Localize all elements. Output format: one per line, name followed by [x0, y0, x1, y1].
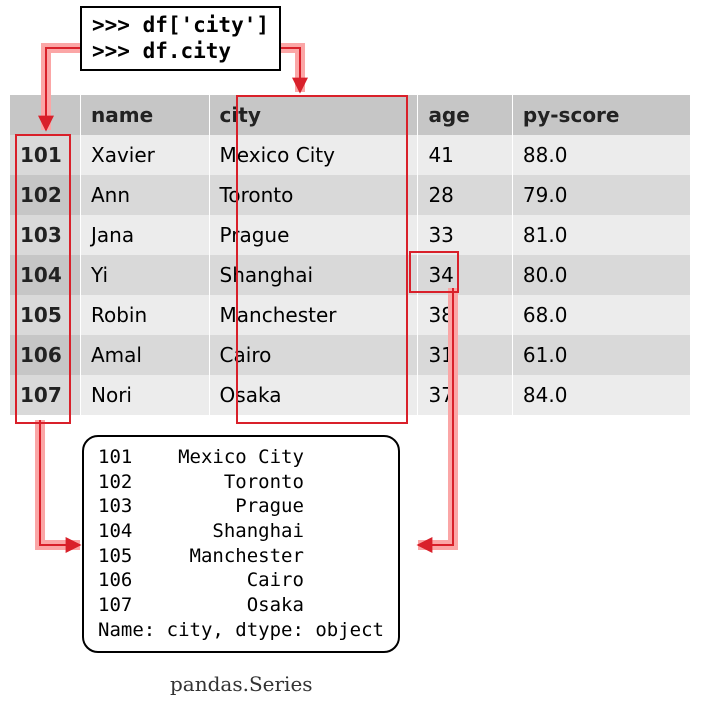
- cell-city: Mexico City: [209, 135, 418, 175]
- code-input-box: >>> df['city'] >>> df.city: [80, 6, 281, 71]
- code-line-1: >>> df['city']: [92, 12, 269, 38]
- table-row: 107 Nori Osaka 37 84.0: [10, 375, 691, 415]
- col-header-pyscore: py-score: [512, 95, 690, 135]
- cell-pyscore: 88.0: [512, 135, 690, 175]
- cell-city: Osaka: [209, 375, 418, 415]
- col-header-name: name: [81, 95, 210, 135]
- cell-index: 106: [10, 335, 81, 375]
- cell-index: 105: [10, 295, 81, 335]
- col-header-age: age: [418, 95, 512, 135]
- cell-index: 102: [10, 175, 81, 215]
- code-line-2: >>> df.city: [92, 38, 269, 64]
- cell-name: Ann: [81, 175, 210, 215]
- dataframe-table-wrap: name city age py-score 101 Xavier Mexico…: [10, 95, 691, 415]
- cell-name: Xavier: [81, 135, 210, 175]
- cell-city: Manchester: [209, 295, 418, 335]
- cell-city: Cairo: [209, 335, 418, 375]
- cell-age: 37: [418, 375, 512, 415]
- cell-pyscore: 80.0: [512, 255, 690, 295]
- cell-index: 101: [10, 135, 81, 175]
- cell-name: Amal: [81, 335, 210, 375]
- col-header-index: [10, 95, 81, 135]
- cell-name: Jana: [81, 215, 210, 255]
- cell-age: 38: [418, 295, 512, 335]
- cell-index: 104: [10, 255, 81, 295]
- cell-city: Prague: [209, 215, 418, 255]
- cell-index: 103: [10, 215, 81, 255]
- cell-pyscore: 61.0: [512, 335, 690, 375]
- table-row: 105 Robin Manchester 38 68.0: [10, 295, 691, 335]
- cell-age: 33: [418, 215, 512, 255]
- cell-city: Toronto: [209, 175, 418, 215]
- cell-age: 31: [418, 335, 512, 375]
- cell-pyscore: 79.0: [512, 175, 690, 215]
- table-row: 103 Jana Prague 33 81.0: [10, 215, 691, 255]
- col-header-city: city: [209, 95, 418, 135]
- cell-name: Yi: [81, 255, 210, 295]
- cell-pyscore: 84.0: [512, 375, 690, 415]
- table-row: 104 Yi Shanghai 34 80.0: [10, 255, 691, 295]
- table-row: 106 Amal Cairo 31 61.0: [10, 335, 691, 375]
- cell-city: Shanghai: [209, 255, 418, 295]
- table-row: 101 Xavier Mexico City 41 88.0: [10, 135, 691, 175]
- caption-label: pandas.Series: [170, 672, 313, 696]
- cell-name: Robin: [81, 295, 210, 335]
- cell-age: 34: [418, 255, 512, 295]
- cell-pyscore: 81.0: [512, 215, 690, 255]
- dataframe-table: name city age py-score 101 Xavier Mexico…: [10, 95, 691, 415]
- cell-age: 28: [418, 175, 512, 215]
- series-output-box: 101 Mexico City 102 Toronto 103 Prague 1…: [82, 435, 400, 653]
- cell-index: 107: [10, 375, 81, 415]
- cell-pyscore: 68.0: [512, 295, 690, 335]
- cell-age: 41: [418, 135, 512, 175]
- table-row: 102 Ann Toronto 28 79.0: [10, 175, 691, 215]
- cell-name: Nori: [81, 375, 210, 415]
